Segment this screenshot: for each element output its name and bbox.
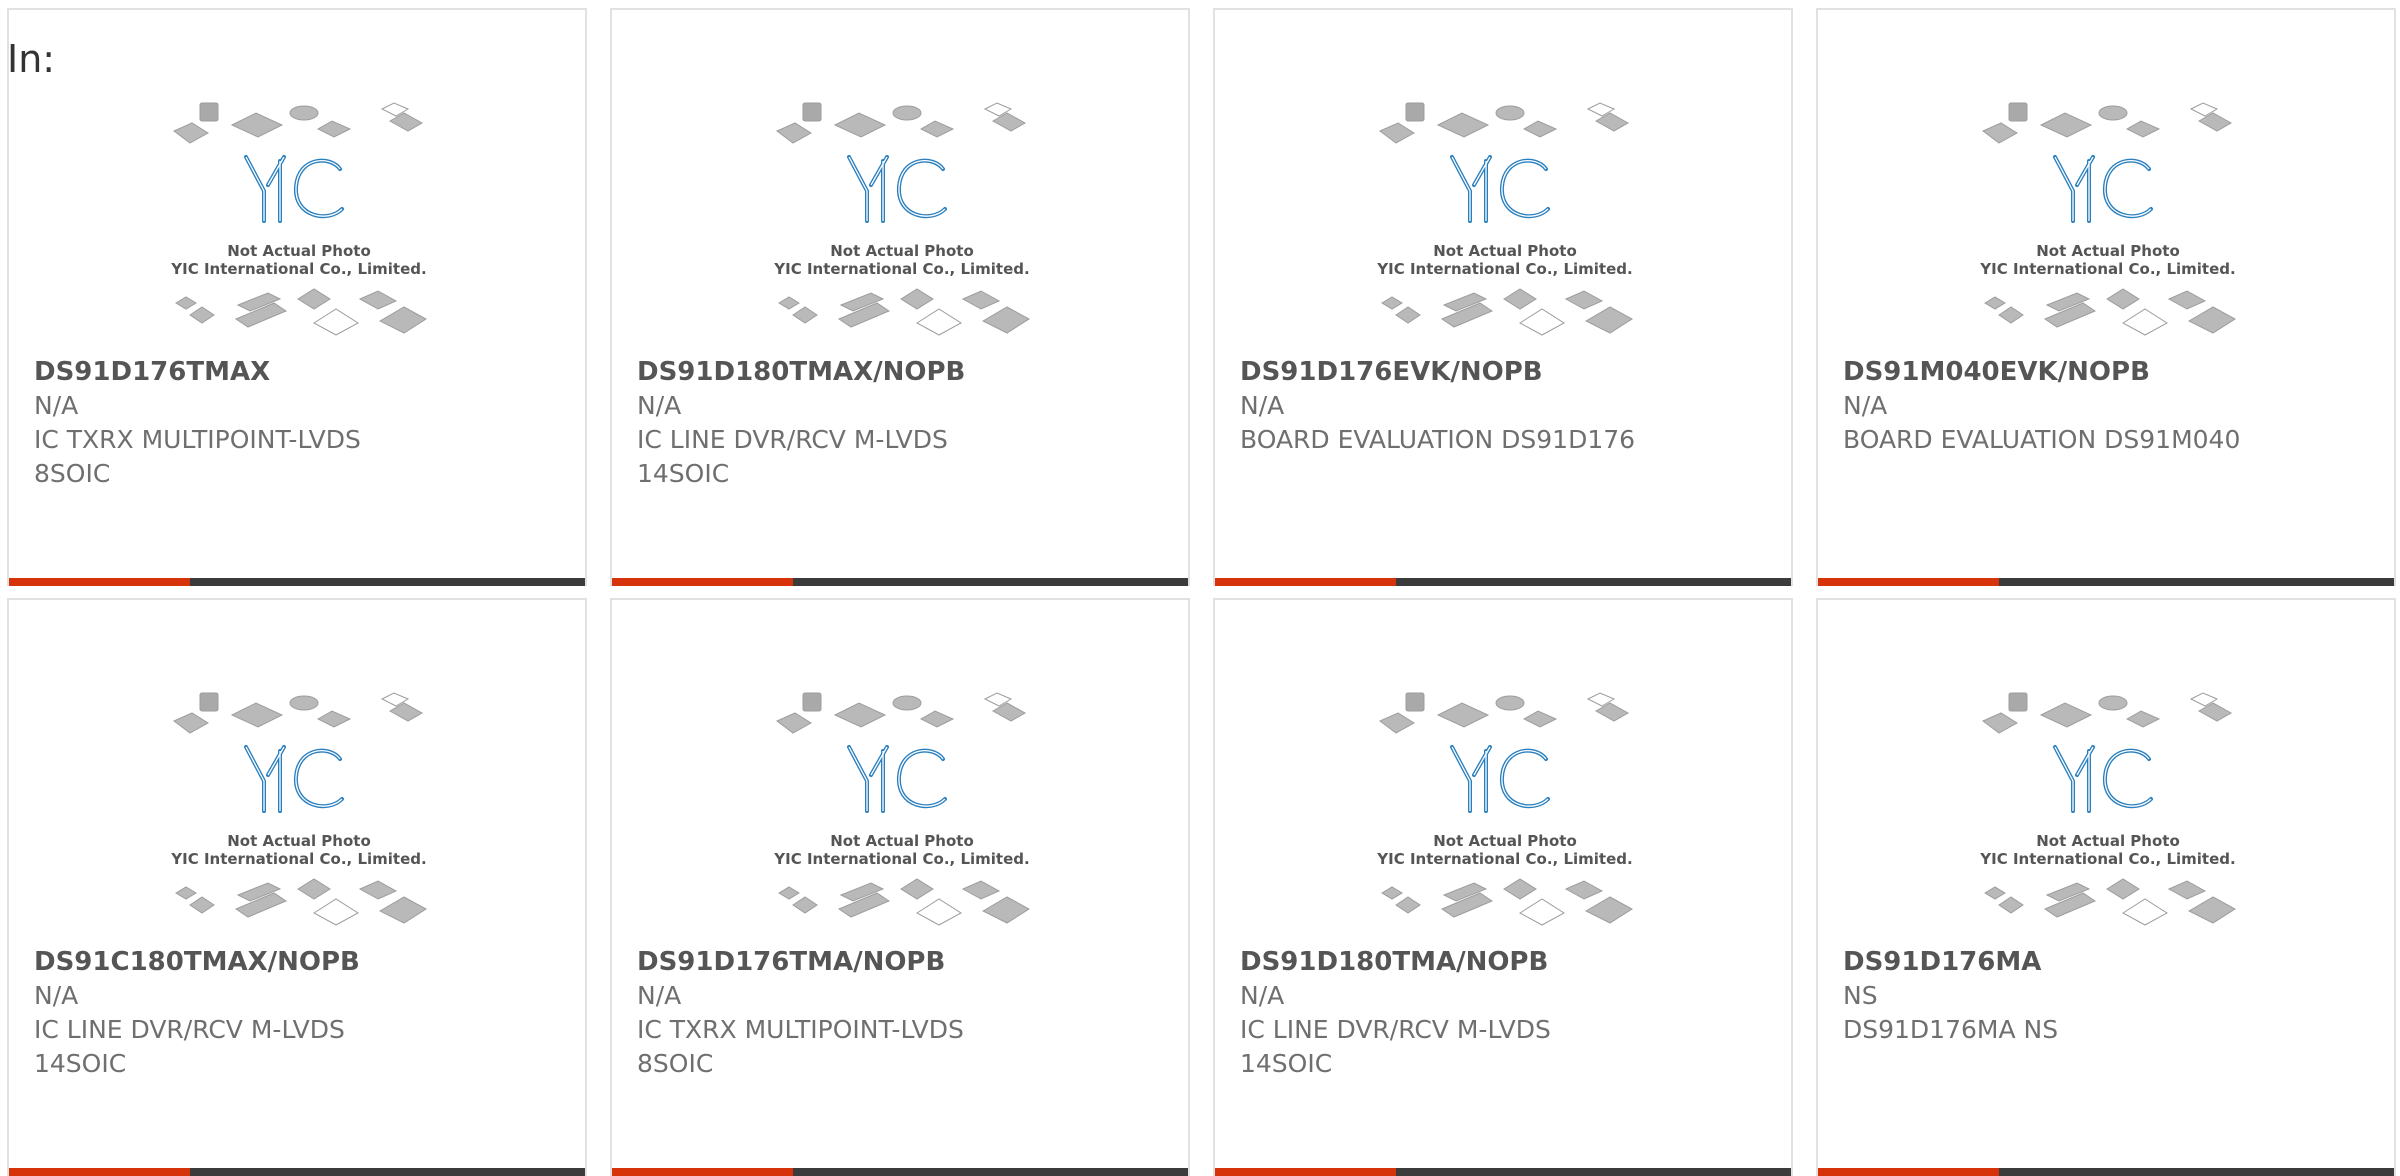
thumb-caption-line2: YIC International Co., Limited. [171,260,427,278]
thumb-caption-line2: YIC International Co., Limited. [1980,850,2236,868]
card-bar-accent [612,578,793,586]
product-info: DS91D176MA NS DS91D176MA NS [1843,945,2374,1047]
card-bar-accent [9,578,190,586]
product-manufacturer: NS [1843,981,1878,1010]
thumb-caption-line1: Not Actual Photo [227,832,371,850]
product-card[interactable]: Not Actual Photo YIC International Co., L… [610,8,1190,586]
product-description: DS91D176MA NS [1843,1015,2059,1044]
product-package: 8SOIC [34,459,111,488]
product-part-number[interactable]: DS91D176EVK/NOPB [1240,355,1771,389]
product-package: 14SOIC [1240,1049,1333,1078]
thumb-caption-line1: Not Actual Photo [830,832,974,850]
product-part-number[interactable]: DS91D176TMAX [34,355,565,389]
product-manufacturer: N/A [637,391,682,420]
product-manufacturer: N/A [1843,391,1888,420]
product-manufacturer: N/A [1240,391,1285,420]
card-bar-accent [1215,1168,1396,1176]
product-manufacturer: N/A [637,981,682,1010]
product-info: DS91D176EVK/NOPB N/A BOARD EVALUATION DS… [1240,355,1771,457]
product-info: DS91C180TMAX/NOPB N/A IC LINE DVR/RCV M-… [34,945,565,1081]
thumb-caption-line1: Not Actual Photo [2036,832,2180,850]
thumb-caption-line1: Not Actual Photo [2036,242,2180,260]
thumb-caption-line2: YIC International Co., Limited. [774,850,1030,868]
thumb-caption-line1: Not Actual Photo [1433,832,1577,850]
product-description: IC TXRX MULTIPOINT-LVDS [637,1015,964,1044]
yic-placeholder-photo-icon[interactable]: Not Actual Photo YIC International Co., L… [1370,689,1640,931]
card-bar-accent [1818,1168,1999,1176]
card-bottom-bar [612,1168,1188,1176]
card-bottom-bar [9,578,585,586]
product-package: 14SOIC [34,1049,127,1078]
yic-placeholder-photo-icon[interactable]: Not Actual Photo YIC International Co., L… [164,689,434,931]
thumb-caption-line2: YIC International Co., Limited. [1980,260,2236,278]
product-description: IC LINE DVR/RCV M-LVDS [34,1015,345,1044]
product-description: IC LINE DVR/RCV M-LVDS [1240,1015,1551,1044]
product-part-number[interactable]: DS91D176TMA/NOPB [637,945,1168,979]
card-bottom-bar [1215,578,1791,586]
card-bar-accent [1215,578,1396,586]
product-description: IC TXRX MULTIPOINT-LVDS [34,425,361,454]
thumb-caption-line2: YIC International Co., Limited. [774,260,1030,278]
product-card[interactable]: Not Actual Photo YIC International Co., L… [7,598,587,1176]
product-info: DS91D180TMAX/NOPB N/A IC LINE DVR/RCV M-… [637,355,1168,491]
product-info: DS91D180TMA/NOPB N/A IC LINE DVR/RCV M-L… [1240,945,1771,1081]
page-label: In: [7,37,56,81]
product-info: DS91D176TMA/NOPB N/A IC TXRX MULTIPOINT-… [637,945,1168,1081]
product-package: 14SOIC [637,459,730,488]
yic-placeholder-photo-icon[interactable]: Not Actual Photo YIC International Co., L… [767,99,1037,341]
product-package: 8SOIC [637,1049,714,1078]
card-bar-accent [9,1168,190,1176]
card-bottom-bar [1215,1168,1791,1176]
product-manufacturer: N/A [1240,981,1285,1010]
product-part-number[interactable]: DS91D180TMAX/NOPB [637,355,1168,389]
thumb-caption-line2: YIC International Co., Limited. [171,850,427,868]
product-grid: Not Actual Photo YIC International Co., L… [7,8,2396,1176]
product-manufacturer: N/A [34,981,79,1010]
thumb-caption-line2: YIC International Co., Limited. [1377,850,1633,868]
yic-placeholder-photo-icon[interactable]: Not Actual Photo YIC International Co., L… [1370,99,1640,341]
product-card[interactable]: Not Actual Photo YIC International Co., L… [1816,598,2396,1176]
product-description: IC LINE DVR/RCV M-LVDS [637,425,948,454]
card-bottom-bar [612,578,1188,586]
product-info: DS91M040EVK/NOPB N/A BOARD EVALUATION DS… [1843,355,2374,457]
thumb-caption-line1: Not Actual Photo [227,242,371,260]
product-part-number[interactable]: DS91C180TMAX/NOPB [34,945,565,979]
product-card[interactable]: Not Actual Photo YIC International Co., L… [1213,598,1793,1176]
thumb-caption-line2: YIC International Co., Limited. [1377,260,1633,278]
product-card[interactable]: Not Actual Photo YIC International Co., L… [610,598,1190,1176]
card-bottom-bar [9,1168,585,1176]
product-card[interactable]: Not Actual Photo YIC International Co., L… [1213,8,1793,586]
thumb-caption-line1: Not Actual Photo [1433,242,1577,260]
yic-placeholder-photo-icon[interactable]: Not Actual Photo YIC International Co., L… [164,99,434,341]
product-manufacturer: N/A [34,391,79,420]
product-part-number[interactable]: DS91M040EVK/NOPB [1843,355,2374,389]
yic-placeholder-photo-icon[interactable]: Not Actual Photo YIC International Co., L… [1973,99,2243,341]
product-part-number[interactable]: DS91D180TMA/NOPB [1240,945,1771,979]
yic-placeholder-photo-icon[interactable]: Not Actual Photo YIC International Co., L… [1973,689,2243,931]
product-info: DS91D176TMAX N/A IC TXRX MULTIPOINT-LVDS… [34,355,565,491]
product-description: BOARD EVALUATION DS91M040 [1843,425,2241,454]
product-description: BOARD EVALUATION DS91D176 [1240,425,1636,454]
card-bottom-bar [1818,1168,2394,1176]
product-card[interactable]: Not Actual Photo YIC International Co., L… [1816,8,2396,586]
yic-placeholder-photo-icon[interactable]: Not Actual Photo YIC International Co., L… [767,689,1037,931]
thumb-caption-line1: Not Actual Photo [830,242,974,260]
product-card[interactable]: Not Actual Photo YIC International Co., L… [7,8,587,586]
product-part-number[interactable]: DS91D176MA [1843,945,2374,979]
card-bar-accent [1818,578,1999,586]
card-bottom-bar [1818,578,2394,586]
card-bar-accent [612,1168,793,1176]
